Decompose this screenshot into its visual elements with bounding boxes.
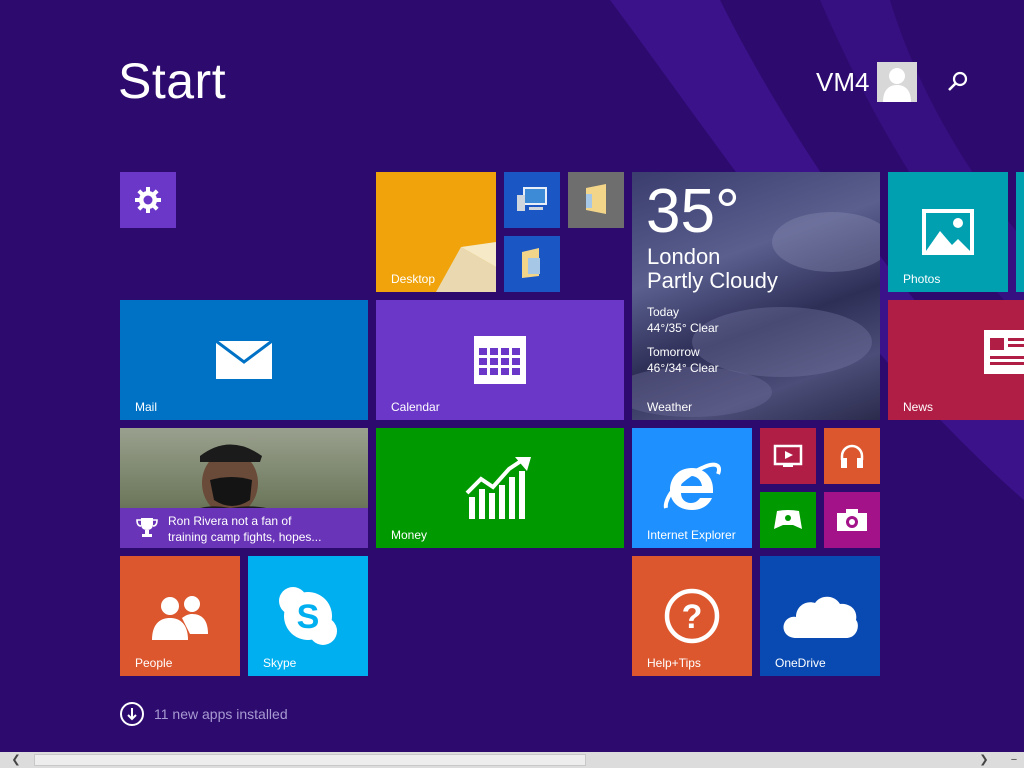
tile-label: Calendar (391, 400, 440, 414)
trophy-icon (136, 518, 158, 537)
svg-text:S: S (297, 598, 320, 636)
svg-text:?: ? (682, 598, 703, 636)
news-headline-line1: Ron Rivera not a fan of (168, 514, 292, 528)
scroll-left-icon[interactable]: ❮ (8, 752, 24, 768)
cloud-icon (783, 596, 858, 638)
tile-internet-explorer[interactable]: Internet Explorer (632, 428, 752, 548)
tile-music[interactable] (824, 428, 880, 484)
tile-mail[interactable]: Mail (120, 300, 368, 420)
money-chart-icon (465, 457, 531, 519)
weather-tomorrow-label: Tomorrow (647, 345, 700, 359)
games-icon (774, 510, 802, 529)
tile-games[interactable] (760, 492, 816, 548)
download-arrow-icon[interactable] (120, 702, 144, 726)
tile-label: Money (391, 528, 428, 542)
new-apps-notification[interactable]: 11 new apps installed (120, 702, 288, 726)
news-headline-line2: training camp fights, hopes... (168, 530, 322, 544)
tile-camera[interactable] (824, 492, 880, 548)
user-avatar-icon[interactable] (877, 62, 918, 102)
tile-label: Desktop (391, 272, 436, 286)
weather-city: London (647, 244, 721, 269)
tile-label: Skype (263, 656, 297, 670)
tile-people[interactable]: People (120, 556, 240, 676)
tile-label: Weather (647, 400, 693, 414)
tile-photos[interactable]: Photos (888, 172, 1008, 292)
internet-explorer-icon (663, 462, 721, 510)
tile-label: Help+Tips (647, 656, 701, 670)
page-title: Start (118, 53, 227, 109)
folder-icon (522, 248, 540, 278)
mail-icon (215, 340, 273, 379)
tile-label: Mail (135, 400, 158, 414)
tile-label: News (903, 400, 934, 414)
people-icon (152, 596, 208, 640)
scroll-thumb[interactable] (34, 754, 586, 766)
tile-settings[interactable] (120, 172, 176, 228)
file-explorer-icon (586, 184, 606, 214)
tile-label: Photos (903, 272, 941, 286)
tile-money[interactable]: Money (376, 428, 624, 548)
calendar-icon (474, 336, 526, 384)
tile-weather[interactable]: 35° London Partly Cloudy Today 44°/35° C… (632, 172, 880, 420)
user-account[interactable]: VM4 (816, 62, 918, 102)
horizontal-scrollbar[interactable]: ❮ ❯ − (0, 752, 1024, 768)
scroll-right-icon[interactable]: ❯ (976, 752, 992, 768)
photos-icon (922, 209, 974, 255)
news-icon (984, 330, 1024, 374)
tile-documents[interactable] (504, 236, 560, 292)
video-icon (773, 444, 803, 467)
zoom-out-icon[interactable]: − (1006, 752, 1022, 768)
tile-onedrive[interactable]: OneDrive (760, 556, 880, 676)
user-name: VM4 (816, 66, 870, 97)
tile-label: OneDrive (775, 656, 826, 670)
tile-partial-right[interactable] (1016, 172, 1024, 292)
tile-label: Internet Explorer (647, 528, 736, 542)
tile-file-explorer[interactable] (568, 172, 624, 228)
weather-today-label: Today (647, 305, 680, 319)
weather-tomorrow-forecast: 46°/34° Clear (647, 361, 719, 375)
weather-temperature: 35° (646, 177, 740, 246)
skype-icon: S (279, 587, 337, 645)
tile-video[interactable] (760, 428, 816, 484)
weather-condition: Partly Cloudy (647, 268, 778, 293)
new-apps-label: 11 new apps installed (154, 706, 288, 722)
computer-icon (517, 187, 547, 211)
help-icon: ? (664, 588, 720, 644)
music-icon (840, 444, 864, 468)
tile-skype[interactable]: S Skype (248, 556, 368, 676)
tile-calendar[interactable]: Calendar (376, 300, 624, 420)
tile-news[interactable]: News (888, 300, 1024, 420)
settings-icon (135, 187, 161, 213)
tile-label: People (135, 656, 173, 670)
tile-help-tips[interactable]: ? Help+Tips (632, 556, 752, 676)
tile-sports[interactable]: Ron Rivera not a fan of training camp fi… (120, 428, 368, 548)
tile-desktop[interactable]: Desktop (376, 172, 496, 292)
camera-icon (837, 509, 867, 531)
search-icon[interactable] (944, 68, 972, 96)
weather-today-forecast: 44°/35° Clear (647, 321, 719, 335)
news-caption-strip: Ron Rivera not a fan of training camp fi… (120, 508, 368, 548)
tile-this-pc[interactable] (504, 172, 560, 228)
